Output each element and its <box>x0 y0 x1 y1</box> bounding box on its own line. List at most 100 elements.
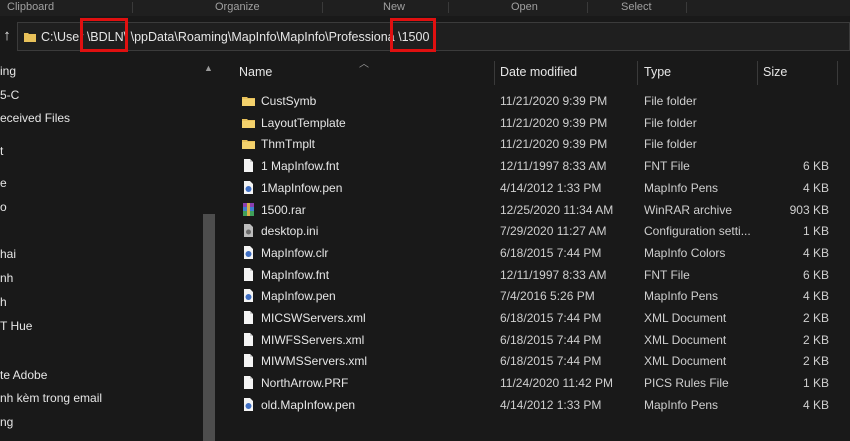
file-size: 6 KB <box>802 267 829 282</box>
file-type: WinRAR archive <box>644 202 733 217</box>
nav-item[interactable]: o <box>0 200 7 214</box>
file-size: 6 KB <box>802 159 829 174</box>
file-name: NorthArrow.PRF <box>261 376 349 391</box>
file-type: MapInfo Colors <box>644 245 726 260</box>
column-header-name[interactable]: Name <box>239 65 272 79</box>
file-row[interactable]: MICSWServers.xml 6/18/2015 7:44 PM XML Doc… <box>218 307 850 328</box>
highlight-box-folder <box>390 18 436 52</box>
file-type: Configuration setti... <box>644 224 751 239</box>
file-type: PICS Rules File <box>644 376 729 391</box>
file-row[interactable]: MapInfow.pen 7/4/2016 5:26 PM MapInfo Pens… <box>218 285 850 306</box>
file-name: 1500.rar <box>261 202 306 217</box>
file-row[interactable]: MIWMSServers.xml 6/18/2015 7:44 PM XML Doc… <box>218 350 850 371</box>
file-row[interactable]: NorthArrow.PRF 11/24/2020 11:42 PM PICS Ru… <box>218 372 850 393</box>
file-size: 1 KB <box>802 224 829 239</box>
ribbon-group-labels: Clipboard Organize New Open Select <box>0 0 850 16</box>
ribbon-group-select: Select <box>621 1 652 13</box>
file-name: MIWMSServers.xml <box>261 354 367 369</box>
up-arrow-icon[interactable]: ↑ <box>0 26 14 46</box>
file-size: 903 KB <box>789 202 829 217</box>
file-size: 4 KB <box>802 289 829 304</box>
file-date: 11/21/2020 9:39 PM <box>500 94 608 108</box>
nav-item[interactable]: nh <box>0 271 13 285</box>
nav-item[interactable]: t <box>0 144 3 158</box>
file-date: 11/24/2020 11:42 PM <box>500 376 613 391</box>
file-type: File folder <box>644 137 697 152</box>
ribbon-divider <box>587 2 588 13</box>
file-date: 6/18/2015 7:44 PM <box>500 311 602 325</box>
nav-item[interactable]: te Adobe <box>0 368 47 382</box>
file-name: MapInfow.clr <box>261 245 329 260</box>
file-name: LayoutTemplate <box>261 115 346 130</box>
file-row[interactable]: LayoutTemplate 11/21/2020 9:39 PM File fol… <box>218 112 850 133</box>
file-size: 4 KB <box>802 180 829 195</box>
file-row[interactable]: 1MapInfow.pen 4/14/2012 1:33 PM MapInfo Pe… <box>218 177 850 198</box>
file-row[interactable]: old.MapInfow.pen 4/14/2012 1:33 PM MapInfo… <box>218 394 850 415</box>
file-date: 12/25/2020 11:34 AM <box>500 202 614 217</box>
file-date: 11/21/2020 9:39 PM <box>500 137 608 152</box>
ribbon-divider <box>686 2 687 13</box>
file-type: File folder <box>644 94 697 108</box>
file-type: File folder <box>644 115 697 130</box>
file-date: 4/14/2012 1:33 PM <box>500 180 602 195</box>
file-date: 11/21/2020 9:39 PM <box>500 115 608 130</box>
file-date: 6/18/2015 7:44 PM <box>500 354 602 369</box>
nav-scrollbar-thumb[interactable] <box>203 214 215 441</box>
file-date: 12/11/1997 8:33 AM <box>500 267 607 282</box>
file-size: 2 KB <box>802 354 829 369</box>
column-headers: ︿ Name Date modified Type Size <box>218 57 850 87</box>
file-date: 12/11/1997 8:33 AM <box>500 159 607 174</box>
ribbon-divider <box>322 2 323 13</box>
file-name: MapInfow.pen <box>261 289 336 304</box>
nav-item[interactable]: T Hue <box>0 319 32 333</box>
column-header-date[interactable]: Date modified <box>500 65 577 79</box>
column-divider[interactable] <box>494 61 495 85</box>
file-size: 4 KB <box>802 245 829 260</box>
nav-item[interactable]: ing <box>0 64 16 78</box>
file-date: 4/14/2012 1:33 PM <box>500 397 602 412</box>
file-name: old.MapInfow.pen <box>261 397 356 412</box>
file-type: XML Document <box>644 354 727 369</box>
file-type: MapInfo Pens <box>644 180 719 195</box>
ribbon-divider <box>132 2 133 13</box>
file-type: XML Document <box>644 332 727 347</box>
column-divider[interactable] <box>757 61 758 85</box>
nav-item[interactable]: e <box>0 176 7 190</box>
file-row[interactable]: ThmTmplt 11/21/2020 9:39 PM File folder <box>218 133 850 154</box>
ribbon-group-open: Open <box>511 1 538 13</box>
file-type: FNT File <box>644 159 690 174</box>
column-divider[interactable] <box>637 61 638 85</box>
file-name: 1MapInfow.pen <box>261 180 343 195</box>
nav-item[interactable]: ng <box>0 415 13 429</box>
file-name: MICSWServers.xml <box>261 311 366 325</box>
nav-item[interactable]: 5-C <box>0 88 19 102</box>
nav-item[interactable]: nh kèm trong email <box>0 391 102 405</box>
file-date: 7/29/2020 11:27 AM <box>500 224 607 239</box>
sort-up-icon: ︿ <box>359 59 369 70</box>
ribbon-group-organize: Organize <box>215 1 260 13</box>
column-divider[interactable] <box>837 61 838 85</box>
file-row[interactable]: MapInfow.fnt 12/11/1997 8:33 AM FNT File 6 … <box>218 264 850 285</box>
column-header-size[interactable]: Size <box>763 65 787 79</box>
file-row[interactable]: MIWFSServers.xml 6/18/2015 7:44 PM XML Doc… <box>218 329 850 350</box>
highlight-box-user <box>80 18 128 52</box>
file-name: CustSymb <box>261 94 317 108</box>
file-name: ThmTmplt <box>261 137 315 152</box>
nav-item[interactable]: hai <box>0 247 16 261</box>
file-row[interactable]: 1500.rar 12/25/2020 11:34 AM WinRAR archiv… <box>218 199 850 220</box>
nav-item[interactable]: h <box>0 295 7 309</box>
file-size: 4 KB <box>802 397 829 412</box>
address-bar-row: ↑ C:\User \BDLN\ \ppData\Roaming\MapInfo… <box>0 16 850 57</box>
file-date: 6/18/2015 7:44 PM <box>500 332 602 347</box>
column-header-type[interactable]: Type <box>644 65 671 79</box>
scroll-up-icon[interactable]: ▲ <box>204 63 213 73</box>
file-row[interactable]: MapInfow.clr 6/18/2015 7:44 PM MapInfo Col… <box>218 242 850 263</box>
file-name: 1 MapInfow.fnt <box>261 159 340 174</box>
file-size: 1 KB <box>802 376 829 391</box>
file-type: MapInfo Pens <box>644 289 719 304</box>
file-row[interactable]: desktop.ini 7/29/2020 11:27 AM Configurati… <box>218 220 850 241</box>
file-row[interactable]: CustSymb 11/21/2020 9:39 PM File folder <box>218 90 850 111</box>
file-row[interactable]: 1 MapInfow.fnt 12/11/1997 8:33 AM FNT File… <box>218 155 850 176</box>
nav-item[interactable]: eceived Files <box>0 111 70 125</box>
ribbon-group-clipboard: Clipboard <box>7 1 55 13</box>
